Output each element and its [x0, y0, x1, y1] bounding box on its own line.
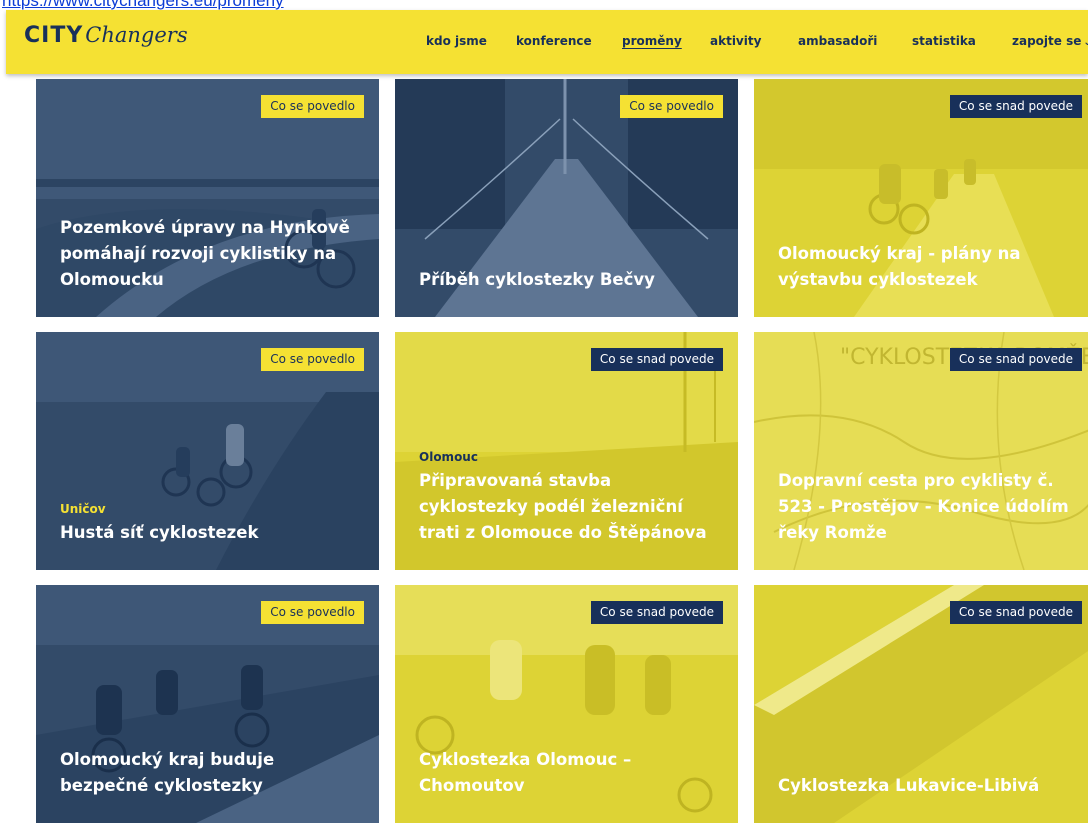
- card-text: Příběh cyklostezky Bečvy: [419, 267, 722, 293]
- status-badge: Co se snad povede: [590, 348, 723, 371]
- card-title: Příběh cyklostezky Bečvy: [419, 270, 655, 289]
- project-card[interactable]: "CYKLOSTEZKA ROMŽE" Co se snad povede Do…: [754, 332, 1088, 570]
- status-badge: Co se snad povede: [949, 601, 1082, 624]
- card-text: Dopravní cesta pro cyklisty č. 523 - Pro…: [778, 468, 1081, 546]
- nav-item-aktivity[interactable]: aktivity: [710, 34, 761, 48]
- card-title: Dopravní cesta pro cyklisty č. 523 - Pro…: [778, 471, 1069, 542]
- card-title: Připravovaná stavba cyklostezky podél že…: [419, 471, 707, 542]
- status-badge: Co se snad povede: [949, 95, 1082, 118]
- card-text: Uničov Hustá síť cyklostezek: [60, 502, 363, 546]
- project-card[interactable]: Co se snad povede Cyklostezka Lukavice-L…: [754, 585, 1088, 823]
- card-title: Hustá síť cyklostezek: [60, 523, 259, 542]
- card-title: Olomoucký kraj - plány na výstavbu cyklo…: [778, 244, 1021, 289]
- card-text: Cyklostezka Olomouc – Chomoutov: [419, 747, 722, 799]
- card-text: Olomoucký kraj - plány na výstavbu cyklo…: [778, 241, 1081, 293]
- main-nav: kdo jsme konference proměny aktivity amb…: [6, 34, 1088, 54]
- project-card[interactable]: Co se snad povede Olomoucký kraj - plány…: [754, 79, 1088, 317]
- card-text: Cyklostezka Lukavice-Libivá: [778, 773, 1081, 799]
- project-card[interactable]: Co se povedlo Pozemkové úpravy na Hynkov…: [36, 79, 379, 317]
- card-title: Cyklostezka Lukavice-Libivá: [778, 776, 1040, 795]
- card-place: Olomouc: [419, 450, 478, 464]
- status-badge: Co se povedlo: [620, 95, 723, 118]
- nav-item-statistika[interactable]: statistika: [912, 34, 976, 48]
- status-badge: Co se snad povede: [590, 601, 723, 624]
- project-card[interactable]: Co se povedlo Olomoucký kraj buduje bezp…: [36, 585, 379, 823]
- project-card[interactable]: Co se snad povede Cyklostezka Olomouc – …: [395, 585, 738, 823]
- card-title: Olomoucký kraj buduje bezpečné cyklostez…: [60, 750, 275, 795]
- card-text: Pozemkové úpravy na Hynkově pomáhají roz…: [60, 215, 363, 293]
- card-text: Olomouc Připravovaná stavba cyklostezky …: [419, 450, 722, 546]
- nav-item-zapojte-se-label: zapojte se: [1012, 34, 1082, 48]
- site-header: CITY Changers kdo jsme konference proměn…: [6, 10, 1088, 74]
- project-card[interactable]: Co se povedlo Příběh cyklostezky Bečvy: [395, 79, 738, 317]
- card-place: Uničov: [60, 502, 106, 516]
- chevron-down-icon: ⌄: [1083, 37, 1088, 48]
- nav-item-promeny[interactable]: proměny: [622, 34, 682, 48]
- status-badge: Co se povedlo: [261, 601, 364, 624]
- card-title: Pozemkové úpravy na Hynkově pomáhají roz…: [60, 218, 350, 289]
- card-title: Cyklostezka Olomouc – Chomoutov: [419, 750, 632, 795]
- status-badge: Co se povedlo: [261, 348, 364, 371]
- status-badge: Co se snad povede: [949, 348, 1082, 371]
- nav-item-kdo-jsme[interactable]: kdo jsme: [426, 34, 487, 48]
- nav-item-ambasadori[interactable]: ambasadoři: [798, 34, 877, 48]
- project-card[interactable]: Co se snad povede Olomouc Připravovaná s…: [395, 332, 738, 570]
- card-text: Olomoucký kraj buduje bezpečné cyklostez…: [60, 747, 363, 799]
- nav-item-zapojte-se[interactable]: zapojte se ⌄: [1012, 34, 1088, 48]
- status-badge: Co se povedlo: [261, 95, 364, 118]
- nav-item-konference[interactable]: konference: [516, 34, 592, 48]
- project-card[interactable]: Co se povedlo Uničov Hustá síť cyklostez…: [36, 332, 379, 570]
